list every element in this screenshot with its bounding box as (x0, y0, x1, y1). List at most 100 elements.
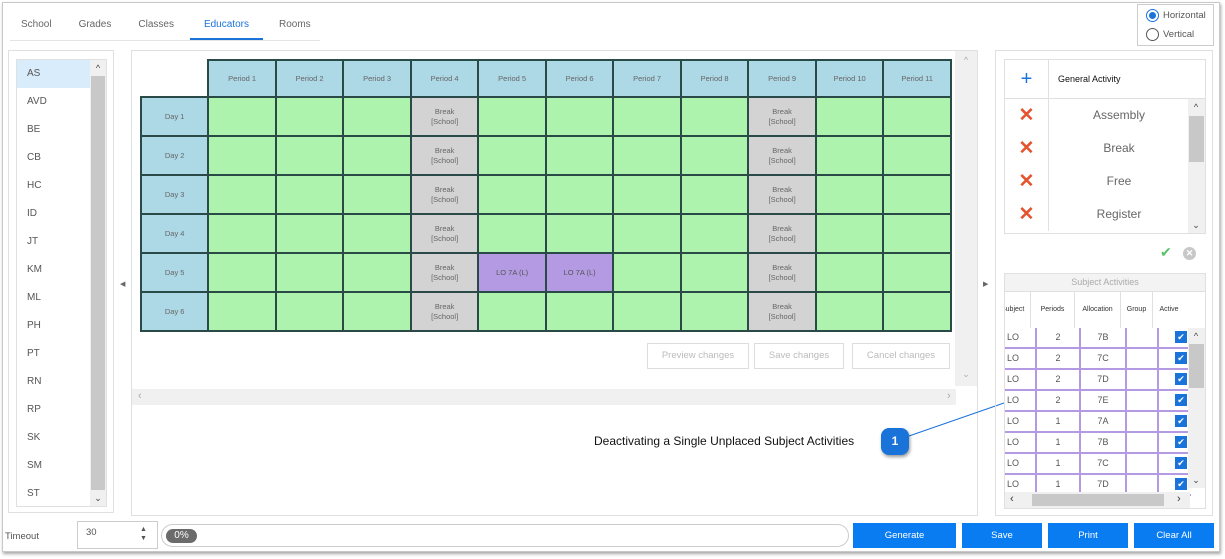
radio-horizontal[interactable] (1146, 9, 1159, 22)
save-button[interactable]: Save (962, 523, 1042, 548)
timetable-slot-empty[interactable] (544, 174, 615, 215)
timetable-slot-empty[interactable] (342, 252, 412, 293)
timetable-slot-empty[interactable] (207, 252, 277, 293)
scroll-thumb[interactable] (91, 76, 105, 490)
timetable-slot-empty[interactable] (612, 174, 682, 215)
timetable-slot-empty[interactable] (342, 291, 412, 332)
timetable-slot-break[interactable]: Break [School] (747, 174, 817, 215)
timetable-slot-empty[interactable] (814, 252, 885, 293)
add-activity-icon[interactable]: + (1005, 60, 1049, 98)
general-activity-name[interactable]: Free (1049, 165, 1189, 198)
cancel-changes-button[interactable]: Cancel changes (852, 343, 950, 369)
scroll-left-icon[interactable]: ‹ (138, 390, 142, 402)
timetable-slot-empty[interactable] (274, 135, 345, 176)
timetable-slot-empty[interactable] (342, 135, 412, 176)
timetable-slot-empty[interactable] (679, 252, 750, 293)
timetable-slot-empty[interactable] (814, 96, 885, 137)
educator-item[interactable]: KM (17, 256, 91, 284)
subject-activities-hscrollbar[interactable]: ‹ › (1005, 492, 1190, 508)
scroll-down-icon[interactable]: ⌄ (1188, 472, 1204, 488)
educator-item[interactable]: SM (17, 452, 91, 480)
timetable-slot-empty[interactable] (882, 252, 952, 293)
educator-item[interactable]: AVD (17, 88, 91, 116)
timetable-slot-empty[interactable] (477, 291, 547, 332)
scroll-up-icon[interactable]: ^ (90, 60, 106, 76)
timetable-slot-empty[interactable] (477, 96, 547, 137)
timetable-slot-empty[interactable] (882, 213, 952, 254)
timetable-slot-empty[interactable] (882, 291, 952, 332)
timetable-slot-empty[interactable] (544, 96, 615, 137)
active-checkbox[interactable]: ✔ (1175, 436, 1187, 448)
cancel-circle-icon[interactable]: ✕ (1183, 247, 1196, 260)
active-checkbox[interactable]: ✔ (1175, 331, 1187, 343)
scroll-left-icon[interactable]: ‹ (1010, 493, 1014, 505)
col-periods[interactable]: Periods (1031, 292, 1075, 328)
timetable-slot-empty[interactable] (679, 291, 750, 332)
col-allocation[interactable]: Allocation (1075, 292, 1121, 328)
tab-classes[interactable]: Classes (127, 12, 185, 40)
educators-scrollbar[interactable]: ^ ⌄ (90, 60, 106, 506)
timetable-slot-break[interactable]: Break [School] (409, 252, 480, 293)
delete-activity-icon[interactable]: ✕ (1005, 99, 1049, 132)
timetable-slot-empty[interactable] (207, 291, 277, 332)
subject-activity-row[interactable]: LO 1 7A ✔ (1005, 412, 1205, 433)
generate-button[interactable]: Generate (853, 523, 956, 548)
educator-item[interactable]: SK (17, 424, 91, 452)
tab-rooms[interactable]: Rooms (268, 12, 322, 40)
subject-activity-row[interactable]: LO 2 7D ✔ (1005, 370, 1205, 391)
timetable-slot-break[interactable]: Break [School] (747, 252, 817, 293)
print-button[interactable]: Print (1048, 523, 1128, 548)
educator-item[interactable]: ID (17, 200, 91, 228)
timetable-slot-empty[interactable] (814, 174, 885, 215)
active-checkbox[interactable]: ✔ (1175, 352, 1187, 364)
scroll-up-icon[interactable]: ^ (955, 55, 977, 65)
subject-activities-vscrollbar[interactable]: ^ ⌄ (1188, 328, 1205, 488)
timetable-slot-empty[interactable] (612, 252, 682, 293)
timetable-slot-empty[interactable] (274, 291, 345, 332)
general-activity-name[interactable]: Break (1049, 132, 1189, 165)
preview-changes-button[interactable]: Preview changes (647, 343, 749, 369)
scroll-right-icon[interactable]: › (1177, 493, 1181, 505)
timetable-hscrollbar[interactable]: ‹ › (132, 389, 956, 405)
timetable-slot-empty[interactable] (612, 135, 682, 176)
scroll-right-icon[interactable]: › (947, 390, 951, 402)
timetable-slot-empty[interactable] (679, 174, 750, 215)
active-checkbox[interactable]: ✔ (1175, 394, 1187, 406)
educator-item[interactable]: RN (17, 368, 91, 396)
timetable-slot-empty[interactable] (207, 213, 277, 254)
timetable-slot-break[interactable]: Break [School] (409, 213, 480, 254)
collapse-left-icon[interactable]: ◀ (120, 280, 125, 288)
delete-activity-icon[interactable]: ✕ (1005, 165, 1049, 198)
tab-educators[interactable]: Educators (189, 12, 263, 40)
educator-item[interactable]: HC (17, 172, 91, 200)
delete-activity-icon[interactable]: ✕ (1005, 132, 1049, 165)
active-checkbox[interactable]: ✔ (1175, 478, 1187, 490)
timetable-slot-empty[interactable] (544, 135, 615, 176)
timetable-slot-empty[interactable] (342, 213, 412, 254)
save-changes-button[interactable]: Save changes (754, 343, 844, 369)
scroll-down-icon[interactable]: ⌄ (955, 369, 977, 380)
subject-activity-row[interactable]: LO 1 7C ✔ (1005, 454, 1205, 475)
scroll-thumb[interactable] (1189, 116, 1204, 162)
timetable-slot-lesson[interactable]: LO 7A (L) (477, 252, 547, 293)
timetable-slot-lesson[interactable]: LO 7A (L) (544, 252, 615, 293)
subject-activity-row[interactable]: LO 2 7C ✔ (1005, 349, 1205, 370)
educator-item[interactable]: PT (17, 340, 91, 368)
timetable-slot-empty[interactable] (679, 96, 750, 137)
active-checkbox[interactable]: ✔ (1175, 415, 1187, 427)
timetable-slot-empty[interactable] (274, 252, 345, 293)
timetable-slot-empty[interactable] (274, 174, 345, 215)
educator-item[interactable]: BE (17, 116, 91, 144)
tab-grades[interactable]: Grades (68, 12, 123, 40)
col-active[interactable]: Active (1153, 292, 1185, 328)
educator-item[interactable]: JT (17, 228, 91, 256)
orientation-horizontal[interactable]: Horizontal (1138, 7, 1213, 24)
timetable-slot-empty[interactable] (814, 291, 885, 332)
subject-activity-row[interactable]: LO 2 7B ✔ (1005, 328, 1205, 349)
col-subject[interactable]: Subject (1005, 292, 1031, 328)
active-checkbox[interactable]: ✔ (1175, 373, 1187, 385)
scroll-down-icon[interactable]: ⌄ (90, 490, 106, 506)
timetable-slot-empty[interactable] (679, 135, 750, 176)
subject-activity-row[interactable]: LO 1 7B ✔ (1005, 433, 1205, 454)
educator-item[interactable]: ST (17, 480, 91, 506)
